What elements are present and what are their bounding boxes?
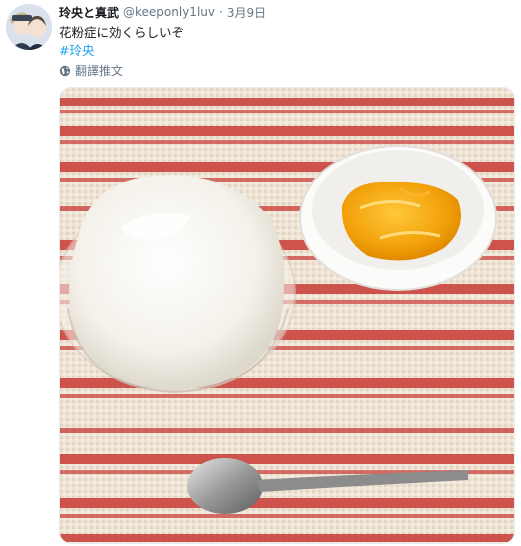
tweet-text: 花粉症に効くらしいぞ — [59, 25, 185, 40]
translate-tweet-button[interactable]: 翻譯推文 — [59, 62, 123, 79]
user-handle[interactable]: @keeponly1luv — [123, 5, 215, 19]
hashtag-link[interactable]: #玲央 — [59, 40, 94, 59]
yogurt-bowl — [60, 175, 296, 394]
photo-yogurt-and-marmalade — [60, 88, 514, 543]
tweet-date[interactable]: 3月9日 — [227, 4, 266, 21]
translate-label: 翻譯推文 — [75, 64, 124, 78]
tweet-header: 玲央と真武 @keeponly1luv · 3月9日 — [59, 4, 266, 20]
separator-dot: · — [218, 5, 223, 19]
avatar-illustration — [6, 4, 52, 50]
display-name[interactable]: 玲央と真武 — [59, 4, 119, 21]
globe-icon — [59, 65, 71, 76]
avatar[interactable] — [6, 4, 52, 50]
marmalade-bowl — [299, 145, 497, 291]
tweet-photo[interactable] — [59, 87, 515, 544]
tweet: 玲央と真武 @keeponly1luv · 3月9日 花粉症に効くらしいぞ #玲… — [0, 0, 521, 546]
